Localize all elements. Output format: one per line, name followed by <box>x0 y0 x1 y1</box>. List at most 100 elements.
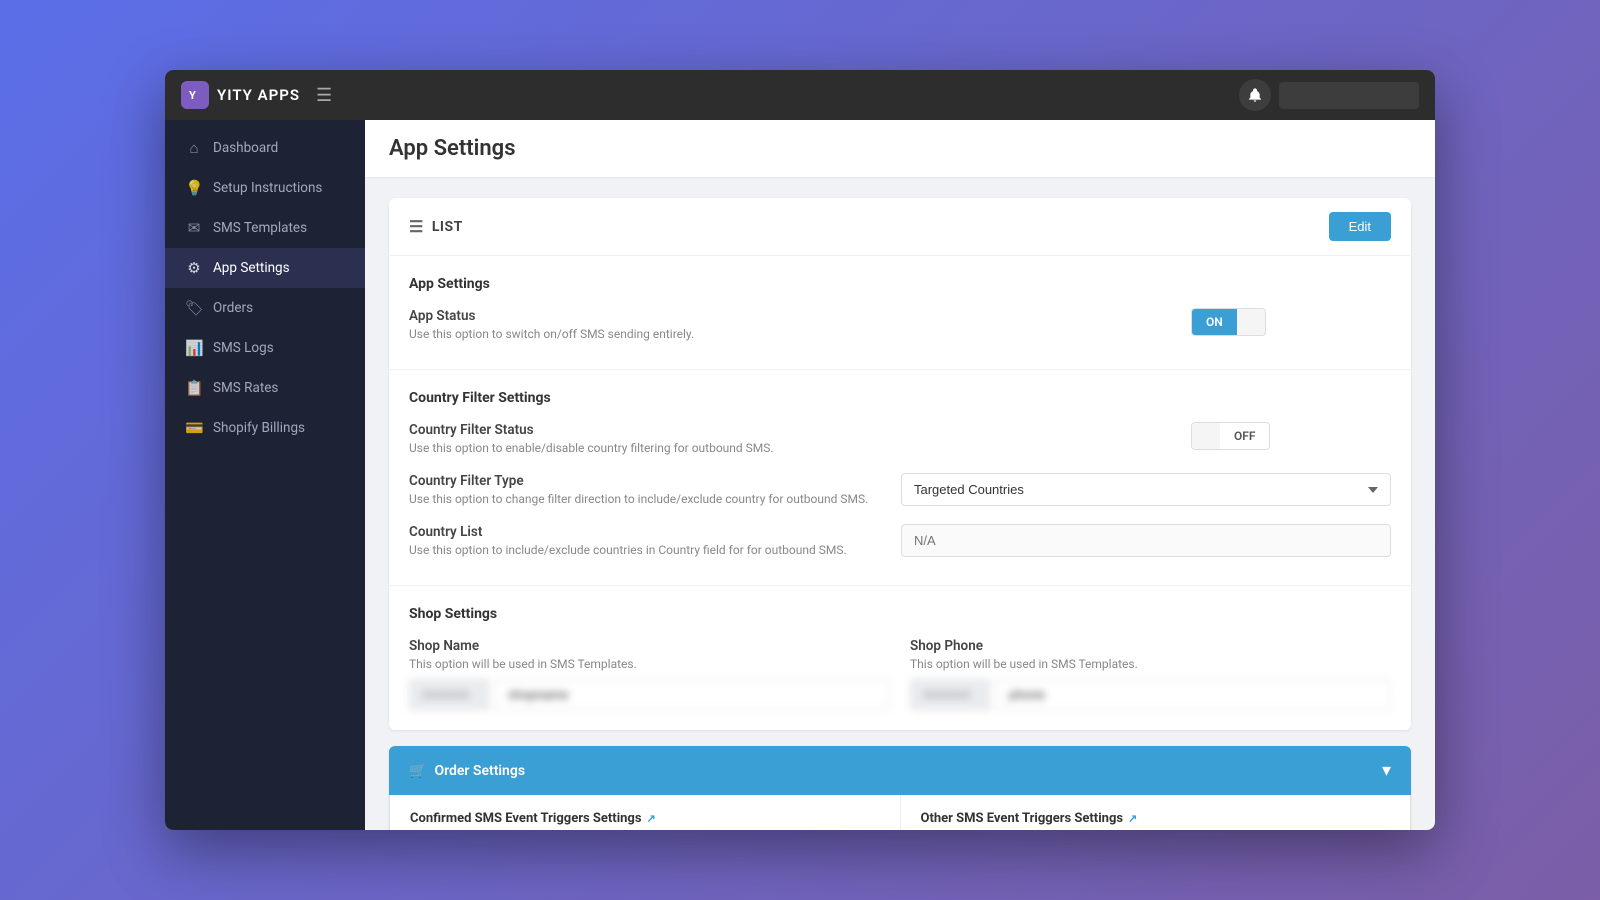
shop-name-input[interactable] <box>495 679 890 710</box>
home-icon: ⌂ <box>185 139 203 157</box>
page-header: App Settings <box>365 120 1435 178</box>
main-layout: ⌂ Dashboard 💡 Setup Instructions ✉ SMS T… <box>165 120 1435 830</box>
filter-status-toggle[interactable]: OFF <box>1191 422 1270 450</box>
shop-name-input-group: xxxxxxxx <box>409 679 890 710</box>
shop-phone-prefix: xxxxxxxx <box>910 679 990 710</box>
logo-icon: Y <box>181 81 209 109</box>
settings-icon: ⚙ <box>185 259 203 277</box>
hamburger-icon[interactable]: ☰ <box>316 85 332 106</box>
chevron-down-icon: ▾ <box>1382 760 1391 781</box>
edit-button[interactable]: Edit <box>1329 212 1391 241</box>
topbar-logo: Y YITY APPS <box>181 81 300 109</box>
filter-status-control: OFF <box>1191 422 1391 450</box>
shop-name-label: Shop Name <box>409 638 890 654</box>
sidebar-item-label: Setup Instructions <box>213 180 322 196</box>
app-status-row: App Status Use this option to switch on/… <box>409 308 1391 341</box>
order-settings-title: 🛒 Order Settings <box>409 763 525 779</box>
svg-text:Y: Y <box>189 89 196 102</box>
other-triggers-title: Other SMS Event Triggers Settings ↗ <box>921 811 1391 826</box>
confirmed-triggers-col: Confirmed SMS Event Triggers Settings ↗ … <box>390 795 901 830</box>
toggle-on[interactable] <box>1192 423 1220 449</box>
app-status-desc: Use this option to switch on/off SMS sen… <box>409 327 1191 341</box>
country-list-label: Country List Use this option to include/… <box>409 524 901 557</box>
other-triggers-col: Other SMS Event Triggers Settings ↗ Orde… <box>901 795 1411 830</box>
app-status-label-title: App Status <box>409 308 1191 324</box>
country-filter-section: Country Filter Settings Country Filter S… <box>389 370 1411 586</box>
filter-type-title: Country Filter Type <box>409 473 901 489</box>
toggle-off[interactable]: OFF <box>1220 423 1269 449</box>
external-link-icon[interactable]: ↗ <box>647 812 656 825</box>
sidebar-item-sms-rates[interactable]: 📋 SMS Rates <box>165 368 365 408</box>
filter-type-label: Country Filter Type Use this option to c… <box>409 473 901 506</box>
app-window: Y YITY APPS ☰ ⌂ Dashboard 💡 <box>165 70 1435 830</box>
orders-icon: 🏷 <box>185 299 203 317</box>
app-settings-section: App Settings App Status Use this option … <box>389 256 1411 370</box>
shop-phone-label: Shop Phone <box>910 638 1391 654</box>
country-list-title: Country List <box>409 524 901 540</box>
topbar: Y YITY APPS ☰ <box>165 70 1435 120</box>
app-status-label: App Status Use this option to switch on/… <box>409 308 1191 341</box>
logs-icon: 📊 <box>185 339 203 357</box>
shop-phone-desc: This option will be used in SMS Template… <box>910 657 1391 671</box>
country-list-row: Country List Use this option to include/… <box>409 524 1391 557</box>
topbar-right <box>1239 79 1419 111</box>
sidebar-item-label: SMS Logs <box>213 340 274 356</box>
lightbulb-icon: 💡 <box>185 179 203 197</box>
country-filter-title: Country Filter Settings <box>409 390 1391 406</box>
cart-icon: 🛒 <box>409 763 426 779</box>
filter-type-row: Country Filter Type Use this option to c… <box>409 473 1391 506</box>
filter-status-label: Country Filter Status Use this option to… <box>409 422 1191 455</box>
template-icon: ✉ <box>185 219 203 237</box>
filter-type-control: Targeted Countries Excluded Countries <box>901 473 1391 506</box>
sidebar: ⌂ Dashboard 💡 Setup Instructions ✉ SMS T… <box>165 120 365 830</box>
country-list-desc: Use this option to include/exclude count… <box>409 543 901 557</box>
shop-name-field: Shop Name This option will be used in SM… <box>409 638 890 710</box>
sidebar-item-label: SMS Rates <box>213 380 278 396</box>
filter-status-row: Country Filter Status Use this option to… <box>409 422 1391 455</box>
topbar-title: YITY APPS <box>217 86 300 104</box>
sidebar-item-label: Dashboard <box>213 140 278 156</box>
settings-card: ☰ LIST Edit App Settings App Status Use … <box>389 198 1411 730</box>
order-triggers-row: Confirmed SMS Event Triggers Settings ↗ … <box>390 795 1410 830</box>
sidebar-item-orders[interactable]: 🏷 Orders <box>165 288 365 328</box>
shop-phone-field: Shop Phone This option will be used in S… <box>910 638 1391 710</box>
shop-phone-input[interactable] <box>996 679 1391 710</box>
bell-icon[interactable] <box>1239 79 1271 111</box>
external-link-icon-2[interactable]: ↗ <box>1128 812 1137 825</box>
shop-settings-section: Shop Settings Shop Name This option will… <box>389 586 1411 730</box>
content-area: App Settings ☰ LIST Edit App Sett <box>365 120 1435 830</box>
sidebar-item-label: SMS Templates <box>213 220 307 236</box>
order-settings-card: 🛒 Order Settings ▾ Confirmed SMS Event T… <box>389 746 1411 830</box>
shop-phone-input-group: xxxxxxxx <box>910 679 1391 710</box>
shop-settings-title: Shop Settings <box>409 606 1391 622</box>
sidebar-item-shopify-billings[interactable]: 💳 Shopify Billings <box>165 408 365 448</box>
toggle-on[interactable]: ON <box>1192 309 1237 335</box>
shop-name-desc: This option will be used in SMS Template… <box>409 657 890 671</box>
order-settings-header[interactable]: 🛒 Order Settings ▾ <box>389 746 1411 795</box>
user-select[interactable] <box>1279 82 1419 109</box>
list-icon: ☰ <box>409 217 424 236</box>
list-title: ☰ LIST <box>409 217 463 236</box>
content-body: ☰ LIST Edit App Settings App Status Use … <box>365 178 1435 830</box>
billing-icon: 💳 <box>185 419 203 437</box>
country-list-input[interactable] <box>901 524 1391 557</box>
sidebar-item-label: Shopify Billings <box>213 420 305 436</box>
card-header: ☰ LIST Edit <box>389 198 1411 256</box>
sidebar-item-label: Orders <box>213 300 253 316</box>
shop-row: Shop Name This option will be used in SM… <box>409 638 1391 710</box>
app-status-control: ON <box>1191 308 1391 336</box>
filter-type-desc: Use this option to change filter directi… <box>409 492 901 506</box>
toggle-off[interactable] <box>1237 309 1265 335</box>
sidebar-item-app-settings[interactable]: ⚙ App Settings <box>165 248 365 288</box>
country-list-control <box>901 524 1391 557</box>
sidebar-item-dashboard[interactable]: ⌂ Dashboard <box>165 128 365 168</box>
sidebar-item-setup-instructions[interactable]: 💡 Setup Instructions <box>165 168 365 208</box>
sidebar-item-sms-logs[interactable]: 📊 SMS Logs <box>165 328 365 368</box>
shop-name-prefix: xxxxxxxx <box>409 679 489 710</box>
sidebar-item-sms-templates[interactable]: ✉ SMS Templates <box>165 208 365 248</box>
app-status-toggle[interactable]: ON <box>1191 308 1266 336</box>
filter-type-select[interactable]: Targeted Countries Excluded Countries <box>901 473 1391 506</box>
rates-icon: 📋 <box>185 379 203 397</box>
filter-status-desc: Use this option to enable/disable countr… <box>409 441 1191 455</box>
filter-status-title: Country Filter Status <box>409 422 1191 438</box>
